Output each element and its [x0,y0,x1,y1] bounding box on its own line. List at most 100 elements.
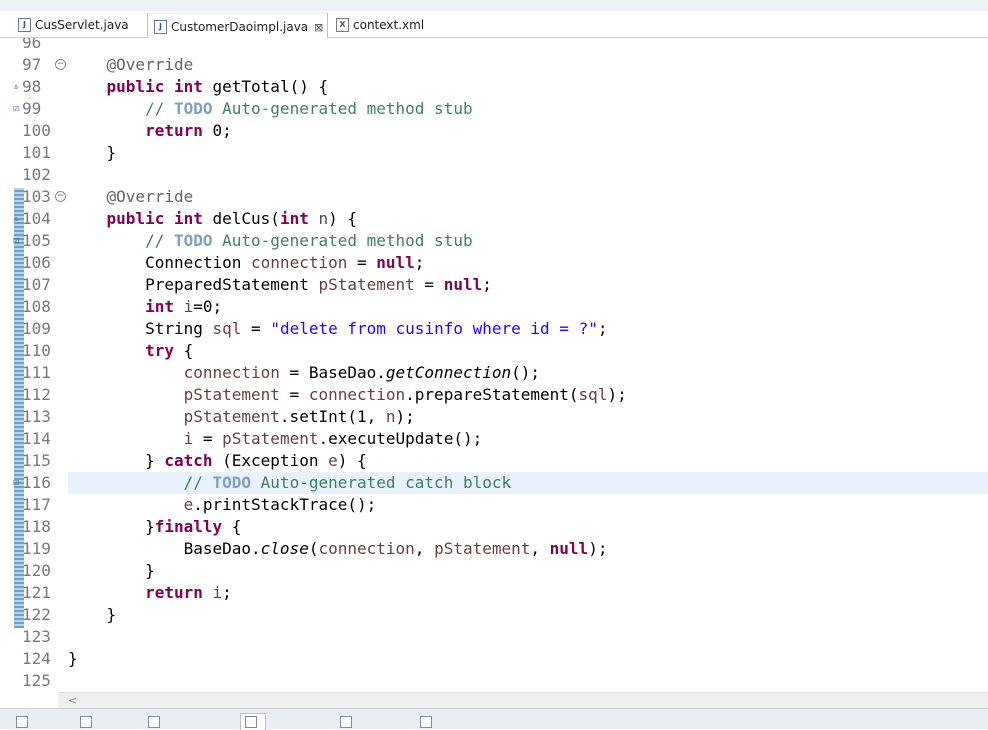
code-token: = [241,319,271,338]
close-icon[interactable]: ⊠ [314,21,323,34]
code-token: connection [183,363,280,382]
tab-cusservlet[interactable]: J CusServlet.java [12,13,129,37]
code-token: .executeUpdate(); [318,429,483,448]
bottom-tab[interactable] [148,715,164,729]
code-line[interactable]: 117 e.printStackTrace(); [0,494,988,516]
tab-context-xml[interactable]: X context.xml [330,13,424,37]
code-token: ; [597,319,608,338]
fold-toggle-icon[interactable]: − [55,59,66,70]
code-token: "delete from cusinfo where id = ?" [270,319,598,338]
code-line[interactable]: 123 [0,626,988,648]
code-token: .printStackTrace(); [193,495,377,514]
code-token: TODO [173,99,213,118]
line-number: 116 [22,473,51,492]
scroll-left-icon[interactable]: < [68,694,77,707]
line-number: 98 [22,77,42,96]
code-line[interactable]: 120 } [0,560,988,582]
code-token: } [68,605,117,624]
code-token: ); [607,385,627,404]
line-number: 121 [22,583,51,602]
code-token: (); [511,363,541,382]
code-token: connection [251,253,348,272]
line-number: 104 [22,209,51,228]
code-line[interactable]: 122 } [0,604,988,626]
code-token: i [212,583,223,602]
code-token: sql [578,385,608,404]
code-token: i [183,297,194,316]
fold-toggle-icon[interactable]: − [55,191,66,202]
code-line[interactable]: 102 [0,164,988,186]
code-line[interactable]: 101 } [0,142,988,164]
code-line[interactable]: 108 int i=0; [0,296,988,318]
code-token: pStatement [183,385,280,404]
code-line[interactable]: 111 connection = BaseDao.getConnection()… [0,362,988,384]
code-line[interactable]: 121 return i; [0,582,988,604]
code-line[interactable]: 113 pStatement.setInt(1, n); [0,406,988,428]
code-text: PreparedStatement pStatement = null; [68,274,492,296]
code-line[interactable]: ☑ 105 // TODO Auto-generated method stub [0,230,988,252]
code-token: finally [154,517,223,536]
code-token: n [385,407,396,426]
line-number: 124 [22,649,51,668]
code-line[interactable]: ▵ 104 public int delCus(int n) { [0,208,988,230]
code-token: .prepareStatement( [405,385,579,404]
code-token: connection [308,385,406,404]
code-text: try { [68,340,193,362]
bottom-tab[interactable] [80,715,96,729]
code-text: e.printStackTrace(); [68,494,377,516]
xml-file-icon: X [336,18,349,32]
code-token: // [145,99,174,118]
code-line[interactable]: 114 i = pStatement.executeUpdate(); [0,428,988,450]
code-text: Connection connection = null; [68,252,424,274]
code-line[interactable]: ☑ 116 // TODO Auto-generated catch block [0,472,988,494]
code-editor[interactable]: 96 97− @Override ▵ 98 public int getTotal()… [0,38,988,692]
horizontal-scrollbar[interactable]: < [58,692,988,709]
code-line[interactable]: 97− @Override [0,54,988,76]
code-line[interactable]: ☑ 99 // TODO Auto-generated method stub [0,98,988,120]
code-line[interactable]: 112 pStatement = connection.prepareState… [0,384,988,406]
java-file-icon: J [154,20,167,34]
line-number: 106 [22,253,51,272]
bottom-tab[interactable] [16,715,32,729]
code-line[interactable]: 107 PreparedStatement pStatement = null; [0,274,988,296]
bottom-tab-active[interactable] [240,713,266,730]
view-icon [340,716,352,728]
code-token: i [183,429,194,448]
code-line[interactable]: 106 Connection connection = null; [0,252,988,274]
code-token: connection [318,539,415,558]
code-token: int [173,77,203,96]
code-text: } [68,604,117,626]
line-number: 122 [22,605,51,624]
code-line[interactable]: 118 }finally { [0,516,988,538]
code-token: { [222,517,242,536]
code-line[interactable]: ▵ 98 public int getTotal() { [0,76,988,98]
code-token: // [145,231,174,250]
code-line[interactable]: 96 [0,38,988,54]
code-line[interactable]: 109 String sql = "delete from cusinfo wh… [0,318,988,340]
code-token: try [145,341,174,360]
tab-label: CusServlet.java [35,18,129,32]
line-number: 105 [22,231,51,250]
code-token: = [414,275,444,294]
code-token: { [173,341,194,360]
code-line[interactable]: 103− @Override [0,186,988,208]
code-line[interactable]: 115 } catch (Exception e) { [0,450,988,472]
view-icon [420,716,432,728]
code-token: Auto-generated method stub [212,99,473,118]
code-token: catch [164,451,213,470]
tab-customerdaoimpl[interactable]: J CustomerDaoimpl.java ⊠ [147,12,329,40]
code-line[interactable]: 125 [0,670,988,692]
code-line[interactable]: 110 try { [0,340,988,362]
code-text: } [68,560,155,582]
code-line[interactable]: 100 return 0; [0,120,988,142]
code-token: = BaseDao. [279,363,386,382]
bottom-tab[interactable] [340,715,356,729]
line-number: 123 [22,627,51,646]
code-line[interactable]: 119 BaseDao.close(connection, pStatement… [0,538,988,560]
bottom-tab[interactable] [420,715,436,729]
code-line[interactable]: 124} [0,648,988,670]
